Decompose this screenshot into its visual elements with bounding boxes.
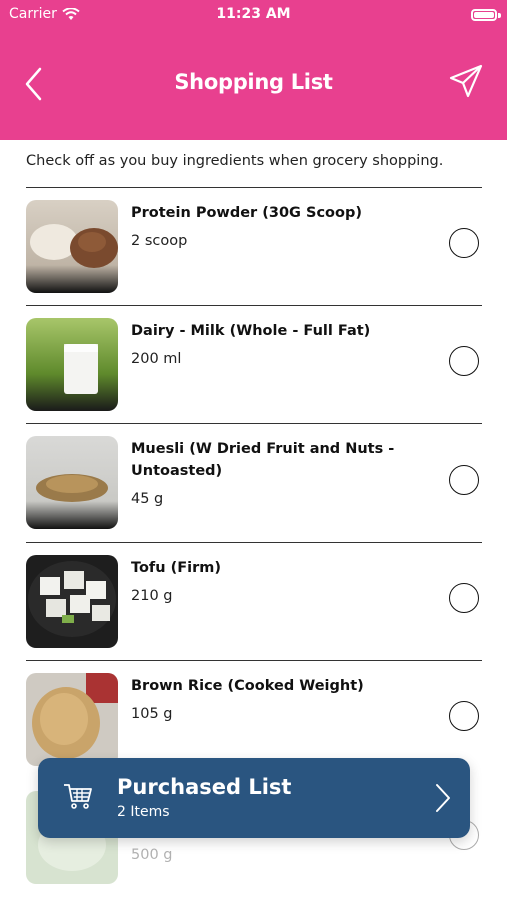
purchased-list-button[interactable]: Purchased List 2 Items — [38, 758, 470, 838]
status-bar: Carrier 11:23 AM — [0, 5, 507, 25]
page-title: Shopping List — [174, 70, 333, 94]
list-item: Muesli (W Dried Fruit and Nuts - Untoast… — [26, 424, 482, 542]
item-checkbox[interactable] — [449, 701, 479, 731]
item-quantity: 2 scoop — [131, 233, 188, 249]
list-item: Dairy - Milk (Whole - Full Fat) 200 ml — [26, 306, 482, 424]
tofu-image — [26, 555, 118, 648]
purchased-list-count: 2 Items — [117, 804, 170, 820]
item-quantity: 105 g — [131, 706, 173, 722]
intro-text: Check off as you buy ingredients when gr… — [26, 153, 444, 169]
item-name: Dairy - Milk (Whole - Full Fat) — [131, 323, 371, 339]
item-name: Protein Powder (30G Scoop) — [131, 205, 362, 221]
list-item: Tofu (Firm) 210 g — [26, 543, 482, 661]
battery-icon — [471, 9, 497, 21]
item-quantity: 45 g — [131, 491, 164, 507]
brown-rice-image — [26, 673, 118, 766]
item-checkbox[interactable] — [449, 346, 479, 376]
clock: 11:23 AM — [216, 6, 291, 22]
item-checkbox[interactable] — [449, 228, 479, 258]
list-item: Protein Powder (30G Scoop) 2 scoop — [26, 188, 482, 306]
protein-powder-image — [26, 200, 118, 293]
item-quantity: 500 g — [131, 847, 173, 863]
battery-tip — [498, 13, 501, 18]
send-icon[interactable] — [449, 64, 483, 98]
item-name: Tofu (Firm) — [131, 560, 221, 576]
item-name: Muesli (W Dried Fruit and Nuts - Untoast… — [131, 441, 395, 479]
chevron-right-icon — [436, 784, 450, 812]
purchased-list-title: Purchased List — [117, 775, 292, 799]
cart-icon — [64, 784, 92, 809]
milk-image — [26, 318, 118, 411]
item-checkbox[interactable] — [449, 465, 479, 495]
item-checkbox[interactable] — [449, 583, 479, 613]
item-name: Brown Rice (Cooked Weight) — [131, 678, 364, 694]
item-quantity: 200 ml — [131, 351, 182, 367]
app-header: Carrier 11:23 AM Shopping List — [0, 0, 507, 140]
muesli-image — [26, 436, 118, 529]
item-quantity: 210 g — [131, 588, 173, 604]
